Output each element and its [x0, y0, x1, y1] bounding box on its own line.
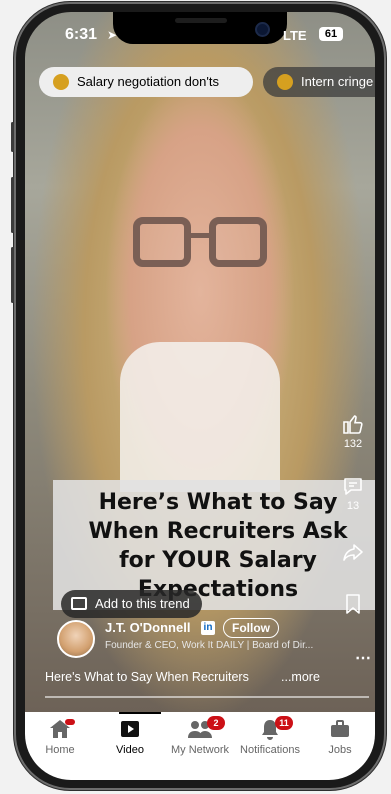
phone-frame: 6:31 ➤ LTE 61 Salary negotiation don'ts … — [11, 2, 386, 790]
video-progress-bar[interactable] — [45, 696, 369, 698]
add-to-trend-label: Add to this trend — [95, 596, 190, 611]
volume-down-button — [11, 247, 14, 303]
share-button[interactable] — [331, 540, 375, 564]
avatar[interactable] — [57, 620, 95, 658]
author-block: J.T. O'Donnell in Follow Founder & CEO, … — [49, 618, 375, 667]
trend-chip-label: Salary negotiation don'ts — [77, 74, 219, 89]
location-arrow-icon: ➤ — [107, 28, 118, 42]
comment-count: 13 — [346, 500, 360, 512]
share-arrow-icon — [343, 544, 363, 561]
add-to-trend-button[interactable]: Add to this trend — [61, 590, 202, 618]
follow-button[interactable]: Follow — [223, 618, 279, 638]
status-bar: 6:31 ➤ LTE 61 — [25, 22, 375, 48]
tab-label: Notifications — [240, 744, 300, 756]
save-button[interactable] — [331, 592, 375, 616]
battery-icon: 61 — [319, 27, 343, 41]
headline-line: for YOUR Salary — [119, 548, 317, 573]
notifications-badge: 11 — [275, 716, 293, 730]
trend-chip-label: Intern cringe sto — [301, 74, 375, 89]
active-tab-indicator — [119, 712, 161, 714]
bookmark-icon — [346, 594, 360, 614]
caption-text: Here's What to Say When Recruiters — [45, 670, 249, 684]
status-time: 6:31 — [65, 26, 98, 43]
briefcase-icon — [305, 718, 375, 740]
video-subject — [133, 217, 267, 269]
like-button[interactable]: 132 — [331, 412, 375, 450]
comment-icon — [344, 478, 362, 495]
thumbs-up-icon — [343, 415, 363, 434]
tab-label: Video — [116, 744, 144, 756]
trend-chip-salary[interactable]: Salary negotiation don'ts — [39, 67, 253, 97]
headline-line: Here’s What to Say — [98, 490, 338, 515]
like-count: 132 — [343, 438, 363, 450]
video-caption[interactable]: Here's What to Say When Recruiters ...mo… — [45, 670, 375, 684]
network-label: LTE — [283, 28, 307, 43]
trend-chip-intern[interactable]: Intern cringe sto — [263, 67, 375, 97]
tab-my-network[interactable]: 2 My Network — [165, 716, 235, 756]
mute-switch — [11, 122, 14, 152]
volume-up-button — [11, 177, 14, 233]
tab-jobs[interactable]: Jobs — [305, 718, 375, 756]
tab-notifications[interactable]: 11 Notifications — [235, 716, 305, 756]
caption-more-link[interactable]: ...more — [281, 670, 320, 684]
home-icon — [25, 718, 95, 740]
more-options-icon[interactable]: ⋯ — [355, 648, 371, 668]
tab-home[interactable]: Home — [25, 718, 95, 756]
tab-label: My Network — [170, 744, 230, 756]
camera-icon — [71, 597, 87, 611]
money-bag-icon — [53, 73, 69, 90]
home-notification-dot — [65, 719, 75, 725]
tab-video[interactable]: Video — [95, 718, 165, 756]
author-subtitle: Founder & CEO, Work It DAILY | Board of … — [105, 640, 314, 651]
network-badge: 2 — [207, 716, 225, 730]
author-name[interactable]: J.T. O'Donnell — [105, 620, 190, 635]
screen: 6:31 ➤ LTE 61 Salary negotiation don'ts … — [25, 12, 375, 780]
smile-emoji-icon — [277, 73, 293, 90]
tab-label: Jobs — [328, 744, 352, 756]
video-icon — [95, 718, 165, 740]
bell-icon: 11 — [235, 716, 305, 740]
linkedin-icon: in — [201, 621, 215, 635]
bottom-tab-bar: Home Video 2 My Network 11 Notifications… — [25, 712, 375, 780]
headline-line: When Recruiters Ask — [88, 519, 348, 544]
trend-chips: Salary negotiation don'ts Intern cringe … — [35, 67, 375, 99]
tab-label: Home — [45, 744, 75, 756]
people-icon: 2 — [165, 716, 235, 740]
comment-button[interactable]: 13 — [331, 474, 375, 512]
